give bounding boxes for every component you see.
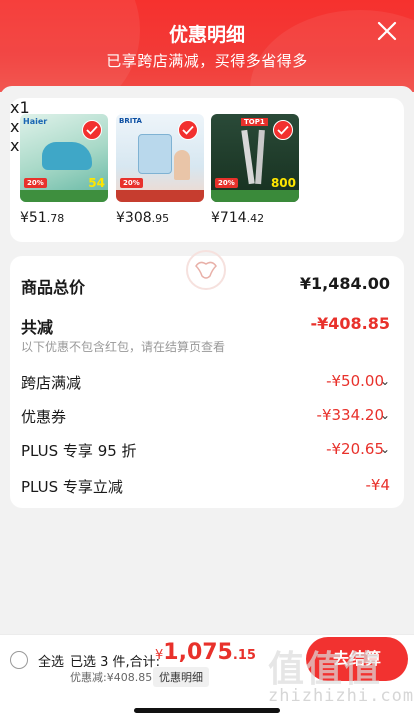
total-reduce-value: -¥408.85 bbox=[310, 314, 390, 333]
product-item[interactable]: Haier 20% 54 ¥51.78 bbox=[20, 114, 108, 226]
product-thumbnail[interactable]: TOP1 20% 800 bbox=[211, 114, 299, 202]
discount-row[interactable]: 优惠券 -¥334.20 ⌄ bbox=[21, 406, 390, 427]
brand-label: Haier bbox=[23, 117, 48, 126]
product-list-card: Haier 20% 54 ¥51.78 x1 BRITA 20% ¥308.95… bbox=[10, 98, 404, 242]
watermark-logo: 值值值 bbox=[268, 649, 383, 690]
discount-label: PLUS 专享立减 bbox=[21, 478, 123, 496]
goods-total-row: 商品总价 ¥1,484.00 bbox=[21, 274, 390, 298]
goods-total-value: ¥1,484.00 bbox=[299, 274, 390, 293]
promo-tag: 20% bbox=[215, 178, 238, 188]
brand-label: BRITA bbox=[119, 117, 142, 125]
promo-tag: 20% bbox=[120, 178, 143, 188]
discount-value: -¥4 bbox=[365, 476, 391, 494]
select-all-radio[interactable] bbox=[10, 651, 28, 669]
page-subtitle: 已享跨店满减，买得多省得多 bbox=[106, 52, 308, 70]
discount-row[interactable]: 跨店满减 -¥50.00 ⌄ bbox=[21, 372, 390, 393]
product-price: ¥51.78 bbox=[20, 210, 65, 226]
promo-price: 54 bbox=[88, 176, 105, 190]
discount-summary-text: 优惠减:¥408.85 bbox=[70, 671, 153, 684]
product-image bbox=[138, 134, 172, 174]
checked-icon[interactable] bbox=[178, 120, 198, 140]
product-item[interactable]: TOP1 20% 800 ¥714.42 bbox=[211, 114, 299, 226]
promo-bar bbox=[211, 190, 299, 202]
brand-label: TOP1 bbox=[241, 118, 268, 126]
promo-tag: 20% bbox=[24, 178, 47, 188]
close-icon[interactable] bbox=[374, 18, 400, 44]
discount-row[interactable]: PLUS 专享 95 折 -¥20.65 ⌄ bbox=[21, 440, 390, 461]
chevron-down-icon[interactable]: ⌄ bbox=[380, 442, 390, 456]
promo-price: 800 bbox=[270, 176, 296, 190]
chevron-down-icon[interactable]: ⌄ bbox=[380, 408, 390, 422]
discount-value: -¥20.65 bbox=[326, 440, 384, 458]
product-price: ¥714.42 bbox=[211, 210, 265, 226]
selected-count-text: 已选 3 件,合计: bbox=[70, 655, 161, 670]
product-price: ¥308.95 bbox=[116, 210, 170, 226]
header: 优惠明细 已享跨店满减，买得多省得多 bbox=[0, 0, 414, 92]
watermark-text: zhizhizhi.com bbox=[268, 686, 414, 706]
promo-bar bbox=[20, 190, 108, 202]
discount-label: 优惠券 bbox=[21, 408, 67, 426]
checked-icon[interactable] bbox=[273, 120, 293, 140]
goods-total-label: 商品总价 bbox=[21, 278, 86, 297]
promo-bar bbox=[116, 190, 204, 202]
product-image bbox=[42, 142, 92, 170]
discount-summary-card: 商品总价 ¥1,484.00 共减 -¥408.85 以下优惠不包含红包，请在结… bbox=[10, 250, 404, 508]
total-reduce-row: 共减 -¥408.85 bbox=[21, 314, 390, 338]
checked-icon[interactable] bbox=[82, 120, 102, 140]
discount-value: -¥50.00 bbox=[326, 372, 384, 390]
total-price: ¥1,075.15 bbox=[155, 640, 256, 665]
chevron-down-icon[interactable]: ⌄ bbox=[380, 374, 390, 388]
page-title: 优惠明细 bbox=[168, 24, 245, 46]
discount-label: PLUS 专享 95 折 bbox=[21, 442, 137, 460]
home-indicator bbox=[134, 708, 280, 713]
product-thumbnail[interactable]: BRITA 20% bbox=[116, 114, 204, 202]
total-reduce-label: 共减 bbox=[21, 318, 54, 337]
discount-row: PLUS 专享立减 -¥4 bbox=[21, 476, 390, 497]
reduce-note: 以下优惠不包含红包，请在结算页查看 bbox=[21, 340, 226, 354]
product-image bbox=[174, 150, 190, 180]
product-image bbox=[241, 129, 255, 185]
product-thumbnail[interactable]: Haier 20% 54 bbox=[20, 114, 108, 202]
discount-detail-toggle[interactable]: 优惠明细 bbox=[153, 667, 209, 687]
select-all-label[interactable]: 全选 bbox=[38, 651, 64, 670]
discount-label: 跨店满减 bbox=[21, 374, 82, 392]
discount-value: -¥334.20 bbox=[316, 406, 384, 424]
product-image bbox=[255, 129, 265, 185]
product-item[interactable]: BRITA 20% ¥308.95 bbox=[116, 114, 204, 226]
